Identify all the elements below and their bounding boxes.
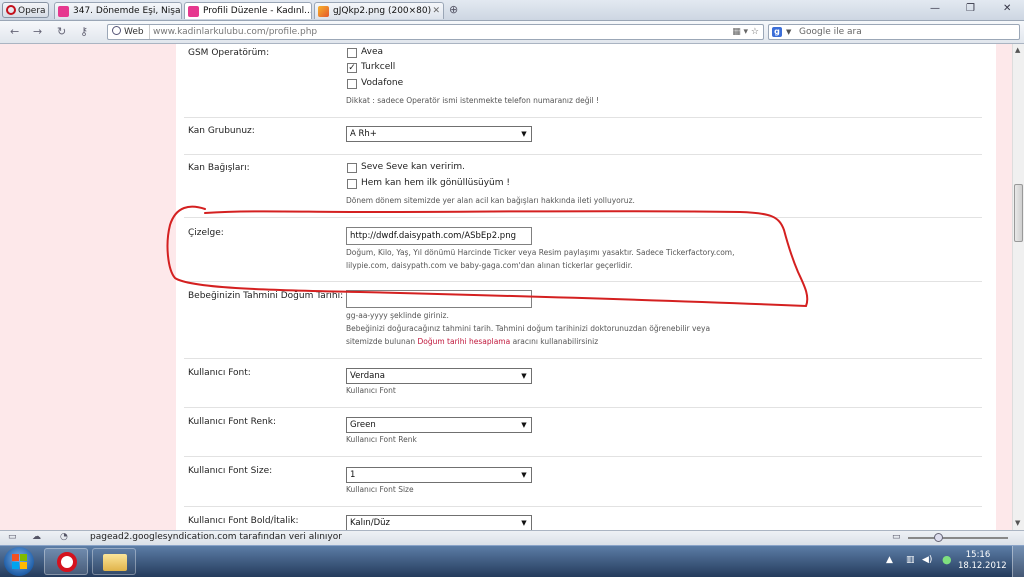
tray-expand-icon[interactable]: ▲ <box>886 555 893 565</box>
windows-logo-icon <box>12 554 19 561</box>
volume-icon[interactable]: ◀) <box>922 555 932 565</box>
taskbar-opera-app[interactable] <box>44 548 88 575</box>
windows-logo-icon <box>20 562 27 569</box>
network-icon[interactable]: ▥ <box>906 555 915 565</box>
clock-date: 18.12.2012 <box>958 561 1007 571</box>
opera-unite-icon[interactable]: ☁ <box>32 531 41 544</box>
folder-icon <box>103 554 127 571</box>
clock-time: 15:16 <box>965 550 991 560</box>
windows-logo-icon <box>12 562 19 569</box>
panel-toggle-icon[interactable]: ▭ <box>8 531 17 544</box>
show-desktop-button[interactable] <box>1012 546 1024 577</box>
red-annotation-loop <box>166 205 809 308</box>
opera-icon <box>57 552 77 572</box>
view-icon[interactable]: ▭ <box>892 531 901 544</box>
status-text: pagead2.googlesyndication.com tarafından… <box>90 532 342 542</box>
zoom-slider[interactable] <box>908 537 1008 539</box>
taskbar-explorer-app[interactable] <box>92 548 136 575</box>
annotation-stroke <box>166 205 809 308</box>
windows-logo-icon <box>20 554 27 561</box>
start-button[interactable] <box>4 547 34 576</box>
turbo-icon[interactable]: ◔ <box>60 531 68 544</box>
system-clock[interactable]: 15:16 18.12.2012 <box>958 550 1007 572</box>
status-bar: ▭ ☁ ◔ pagead2.googlesyndication.com tara… <box>0 530 1024 545</box>
windows-taskbar: ▲ ▥ ◀) ● 15:16 18.12.2012 <box>0 545 1024 577</box>
download-manager-icon[interactable]: ● <box>942 553 952 566</box>
zoom-slider-knob[interactable] <box>934 533 943 542</box>
